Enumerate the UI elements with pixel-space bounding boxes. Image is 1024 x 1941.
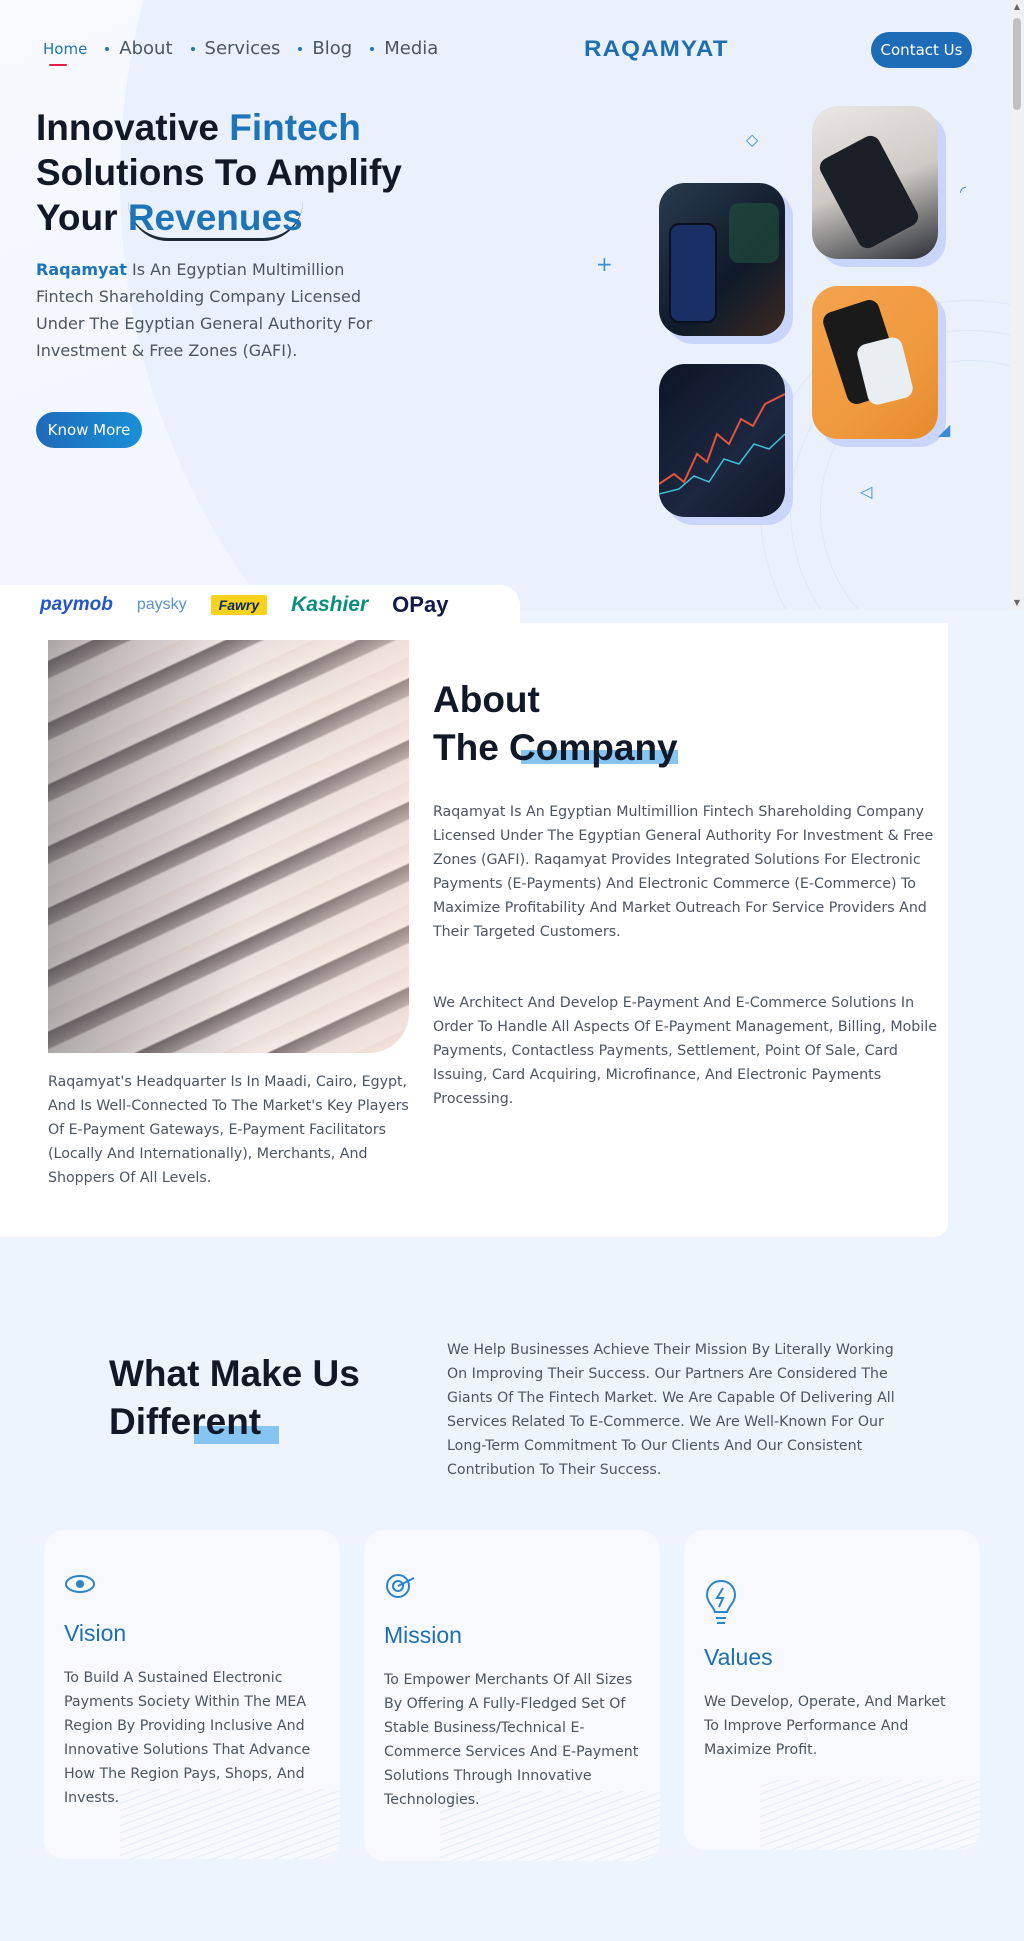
vision-text: To Build A Sustained Electronic Payments… — [64, 1670, 311, 1806]
diamond-decor-icon: ◇ — [746, 130, 759, 149]
hero-title-part2: Solutions To Amplify — [36, 152, 402, 193]
about-paragraph-2: We Architect And Develop E-Payment And E… — [433, 995, 937, 1107]
about-title-line1: About — [433, 679, 540, 720]
image-shade — [48, 640, 409, 1053]
nav-home-label: Home — [43, 39, 88, 58]
plus-decor-icon: + — [596, 252, 613, 276]
bullet-icon — [190, 46, 195, 51]
bullet-icon — [105, 46, 110, 51]
photo-stock-chart — [659, 364, 785, 517]
nav-home[interactable]: Home — [43, 39, 88, 66]
about-title: About The Company — [433, 676, 678, 772]
about-building-image — [48, 640, 409, 1053]
mission-card: Mission To Empower Merchants Of All Size… — [364, 1530, 660, 1861]
fawry-logo[interactable]: Fawry — [210, 595, 268, 615]
main-nav: Home About Services Blog Media — [43, 38, 456, 66]
vision-card: Vision To Build A Sustained Electronic P… — [44, 1530, 340, 1859]
values-card: Values We Develop, Operate, And Market T… — [684, 1530, 980, 1850]
nav-media-label: Media — [384, 38, 439, 59]
partner-logos: paymob paysky Fawry Kashier OPay — [0, 585, 520, 625]
scroll-down-icon[interactable]: ▼ — [1010, 596, 1024, 610]
values-title: Values — [704, 1644, 773, 1670]
photo-phone-trading — [659, 183, 785, 336]
nav-services[interactable]: Services — [190, 38, 281, 59]
photo-phone-card — [812, 106, 938, 259]
opay-logo[interactable]: OPay — [392, 592, 448, 618]
know-more-button[interactable]: Know More — [36, 412, 142, 448]
kashier-logo[interactable]: Kashier — [291, 593, 368, 617]
nav-blog[interactable]: Blog — [298, 38, 352, 59]
scroll-up-icon[interactable]: ▲ — [1010, 0, 1024, 14]
nav-about-label: About — [119, 38, 173, 59]
vision-title: Vision — [64, 1620, 127, 1646]
contact-us-button[interactable]: Contact Us — [871, 32, 972, 68]
paysky-logo[interactable]: paysky — [137, 596, 187, 614]
eye-icon — [64, 1570, 96, 1603]
site-logo[interactable]: RAQAMYAT — [584, 36, 729, 62]
difference-title: What Make Us Different — [109, 1350, 360, 1446]
lightbulb-icon — [704, 1578, 738, 1637]
target-icon — [384, 1570, 416, 1607]
screen-shape — [729, 203, 779, 263]
paymob-logo[interactable]: paymob — [40, 594, 113, 616]
hero-title-part1: Innovative — [36, 107, 230, 148]
phone-shape — [669, 223, 717, 323]
hero-title-part3: Your — [36, 197, 128, 238]
hero-title-highlight: Fintech — [229, 107, 361, 148]
hero-description: Raqamyat Is An Egyptian Multimillion Fin… — [36, 256, 406, 364]
difference-title-line2: Different — [109, 1401, 262, 1442]
mission-title: Mission — [384, 1622, 462, 1648]
arc-decor-icon: ◜ — [960, 182, 967, 201]
corner-decor-icon: ◢ — [938, 420, 951, 439]
bullet-icon — [370, 46, 375, 51]
nav-services-label: Services — [204, 38, 281, 59]
nav-blog-label: Blog — [312, 38, 353, 59]
about-paragraph-3: Raqamyat's Headquarter Is In Maadi, Cair… — [48, 1074, 409, 1186]
mission-text: To Empower Merchants Of All Sizes By Off… — [384, 1672, 639, 1808]
stock-chart-graphic — [659, 393, 785, 495]
values-text: We Develop, Operate, And Market To Impro… — [704, 1694, 946, 1758]
about-paragraph-1: Raqamyat Is An Egyptian Multimillion Fin… — [433, 804, 934, 940]
hero-brand: Raqamyat — [36, 260, 127, 279]
triangle-decor-icon: ◁ — [860, 482, 873, 501]
hero-title: Innovative Fintech Solutions To Amplify … — [36, 105, 436, 241]
difference-title-line1: What Make Us — [109, 1353, 360, 1394]
photo-pos-terminal — [812, 286, 938, 439]
nav-media[interactable]: Media — [370, 38, 438, 59]
nav-about[interactable]: About — [105, 38, 173, 59]
hero-title-underlined: Revenues — [127, 197, 303, 241]
about-title-line2: The Company — [433, 727, 678, 768]
phone-shape — [816, 132, 922, 252]
bullet-icon — [298, 46, 303, 51]
card-waves — [760, 1780, 980, 1850]
scrollbar-thumb[interactable] — [1013, 18, 1021, 110]
difference-description: We Help Businesses Achieve Their Mission… — [447, 1342, 895, 1478]
scrollbar[interactable]: ▲ ▼ — [1010, 0, 1024, 610]
